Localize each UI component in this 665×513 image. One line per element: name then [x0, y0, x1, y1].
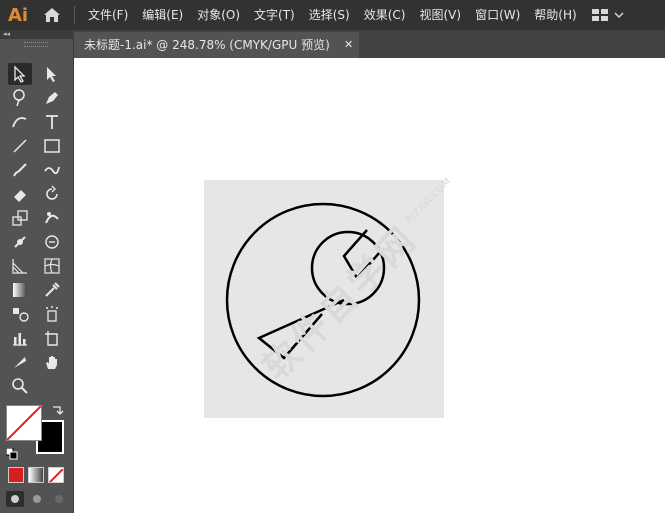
- swap-fill-stroke-icon[interactable]: [50, 403, 64, 417]
- zoom-tool-icon[interactable]: [8, 375, 32, 397]
- menu-window[interactable]: 窗口(W): [468, 0, 527, 30]
- menu-file[interactable]: 文件(F): [81, 0, 135, 30]
- pen-tool-icon[interactable]: [40, 87, 64, 109]
- document-tab-title: 未标题-1.ai* @ 248.78% (CMYK/GPU 预览): [84, 38, 330, 52]
- rectangle-tool-icon[interactable]: [40, 135, 64, 157]
- eyedropper-tool-icon[interactable]: [40, 279, 64, 301]
- canvas-area[interactable]: 软件自学网 RJZXW.COM: [74, 58, 665, 513]
- menu-separator: [74, 6, 75, 24]
- menu-object[interactable]: 对象(O): [190, 0, 247, 30]
- symbol-sprayer-tool-icon[interactable]: [40, 303, 64, 325]
- document-tab-bar: 未标题-1.ai* @ 248.78% (CMYK/GPU 预览) ✕: [74, 30, 665, 58]
- direct-selection-tool-icon[interactable]: [40, 63, 64, 85]
- free-transform-tool-icon[interactable]: [40, 231, 64, 253]
- mesh-tool-icon[interactable]: [40, 255, 64, 277]
- rotate-tool-icon[interactable]: [40, 183, 64, 205]
- app-logo: Ai: [7, 4, 29, 26]
- workspace-layout-icon: [591, 9, 608, 21]
- none-mode-button[interactable]: [48, 467, 64, 483]
- home-icon[interactable]: [36, 0, 68, 30]
- default-fill-stroke-icon[interactable]: [5, 445, 18, 460]
- draw-behind-icon[interactable]: [28, 491, 46, 507]
- draw-normal-icon[interactable]: [6, 491, 24, 507]
- warp-tool-icon[interactable]: [40, 207, 64, 229]
- slice-tool-icon[interactable]: [8, 351, 32, 373]
- close-icon[interactable]: ✕: [344, 32, 353, 58]
- chevron-down-icon: [614, 12, 624, 19]
- line-segment-tool-icon[interactable]: [8, 135, 32, 157]
- perspective-grid-tool-icon[interactable]: [8, 255, 32, 277]
- menu-edit[interactable]: 编辑(E): [135, 0, 190, 30]
- menu-bar: Ai 文件(F) 编辑(E) 对象(O) 文字(T) 选择(S) 效果(C) 视…: [0, 0, 665, 30]
- fill-swatch[interactable]: [6, 405, 42, 441]
- shaper-tool-icon[interactable]: [40, 159, 64, 181]
- panel-grip[interactable]: [24, 42, 48, 47]
- tools-panel: ◂◂: [0, 30, 74, 513]
- menu-select[interactable]: 选择(S): [302, 0, 357, 30]
- document-tab[interactable]: 未标题-1.ai* @ 248.78% (CMYK/GPU 预览) ✕: [74, 32, 359, 58]
- workspace-switcher[interactable]: [591, 9, 624, 21]
- menu-effect[interactable]: 效果(C): [357, 0, 413, 30]
- type-tool-icon[interactable]: [40, 111, 64, 133]
- blend-tool-icon[interactable]: [8, 303, 32, 325]
- column-graph-tool-icon[interactable]: [8, 327, 32, 349]
- artboard-tool-icon[interactable]: [40, 327, 64, 349]
- puppet-warp-tool-icon[interactable]: [8, 231, 32, 253]
- tools-panel-collapse[interactable]: ◂◂: [0, 30, 73, 39]
- menu-view[interactable]: 视图(V): [412, 0, 468, 30]
- menu-help[interactable]: 帮助(H): [527, 0, 583, 30]
- curvature-tool-icon[interactable]: [8, 111, 32, 133]
- hand-tool-icon[interactable]: [40, 351, 64, 373]
- gradient-mode-button[interactable]: [28, 467, 44, 483]
- magic-wand-tool-icon[interactable]: [8, 87, 32, 109]
- gradient-tool-icon[interactable]: [8, 279, 32, 301]
- draw-inside-icon[interactable]: [50, 491, 68, 507]
- eraser-tool-icon[interactable]: [8, 183, 32, 205]
- color-mode-button[interactable]: [8, 467, 24, 483]
- menu-type[interactable]: 文字(T): [247, 0, 302, 30]
- selection-tool-icon[interactable]: [8, 63, 32, 85]
- scale-tool-icon[interactable]: [8, 207, 32, 229]
- paintbrush-tool-icon[interactable]: [8, 159, 32, 181]
